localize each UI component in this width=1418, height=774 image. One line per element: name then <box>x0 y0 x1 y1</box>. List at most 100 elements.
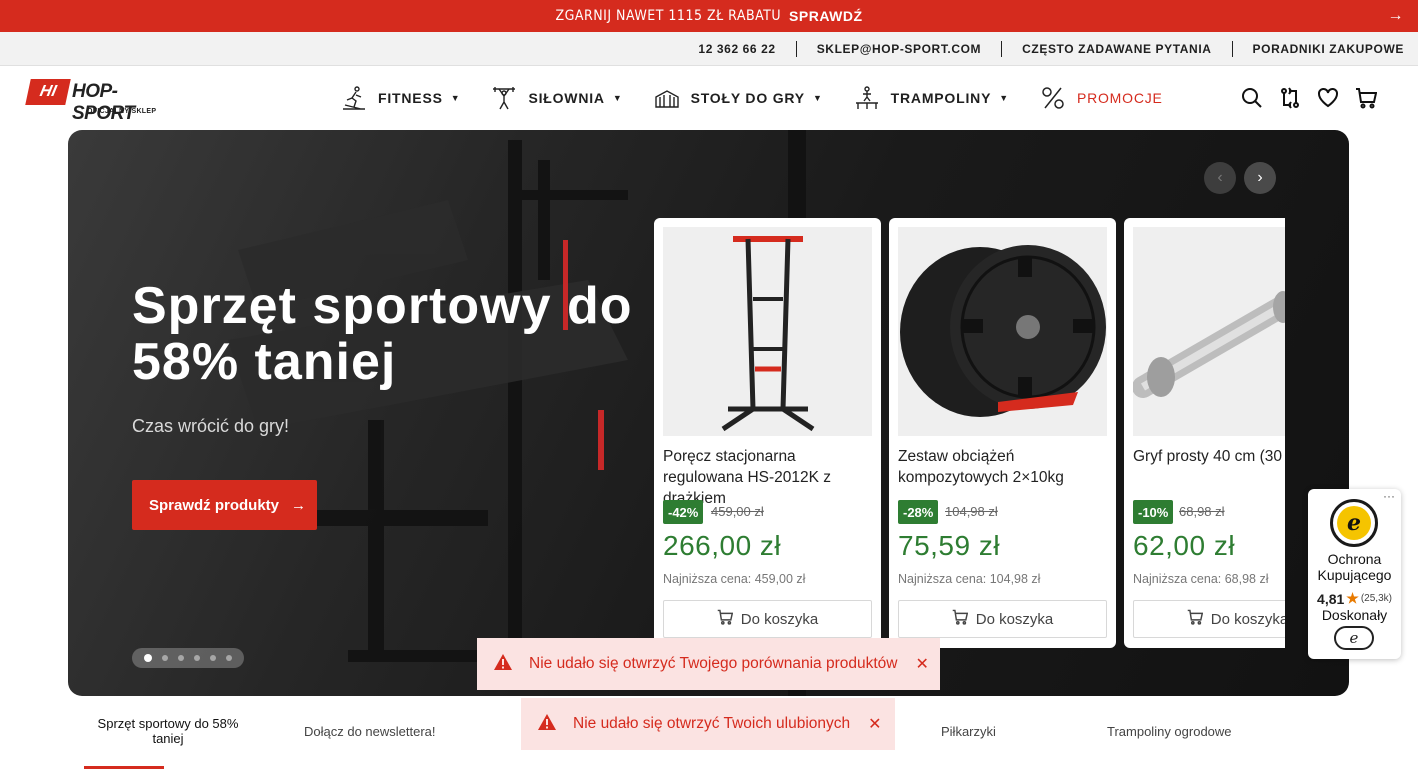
add-to-cart-button[interactable]: Do koszyka <box>663 600 872 638</box>
product-card[interactable]: Poręcz stacjonarna regulowana HS-2012K z… <box>654 218 881 648</box>
nav-label: FITNESS <box>378 90 443 106</box>
nav-label: PROMOCJE <box>1076 90 1163 106</box>
tab-pilkarzyki[interactable]: Piłkarzyki <box>941 724 996 739</box>
caret-down-icon: ▼ <box>999 93 1009 103</box>
compare-icon[interactable] <box>1278 86 1302 110</box>
tab-trampoliny[interactable]: Trampoliny ogrodowe <box>1107 724 1232 739</box>
nav-item-promocje[interactable]: PROMOCJE <box>1039 84 1163 112</box>
heart-icon[interactable] <box>1316 86 1340 110</box>
button-label: Do koszyka <box>975 610 1054 628</box>
button-label: Do koszyka <box>740 610 819 628</box>
lowest-price: Najniższa cena: 459,00 zł <box>663 572 806 586</box>
close-icon[interactable]: ✕ <box>868 714 881 734</box>
header-icons <box>1226 86 1378 110</box>
error-toast-favorites: Nie udało się otwrzyć Twoich ulubionych … <box>521 698 895 750</box>
hero-title: Sprzęt sportowy do 58% taniej <box>132 277 633 391</box>
nav-item-trampoliny[interactable]: TRAMPOLINY ▼ <box>853 84 1009 112</box>
tab-sprzet[interactable]: Sprzęt sportowy do 58% taniej <box>92 716 244 746</box>
review-count: (25,3k) <box>1360 593 1392 604</box>
guides-link[interactable]: PORADNIKI ZAKUPOWE <box>1233 41 1404 57</box>
nav-label: STOŁY DO GRY <box>690 90 805 106</box>
hero-subtitle: Czas wrócić do gry! <box>132 416 290 436</box>
treadmill-icon <box>340 84 368 112</box>
product-card[interactable]: Gryf prosty 40 cm (30 -10% 68,98 zł 62,0… <box>1124 218 1285 648</box>
active-tab-indicator <box>84 766 164 769</box>
caret-down-icon: ▼ <box>450 93 461 103</box>
add-to-cart-button[interactable]: Do koszyka <box>1133 600 1285 638</box>
caret-down-icon: ▼ <box>812 93 823 103</box>
warning-icon <box>537 713 557 736</box>
buyer-protection-label: Ochrona Kupującego <box>1317 551 1392 583</box>
hero-banner: Sprzęt sportowy do 58% taniej Czas wróci… <box>68 130 1349 696</box>
product-carousel: Poręcz stacjonarna regulowana HS-2012K z… <box>654 218 1285 648</box>
slider-dot[interactable] <box>210 655 216 661</box>
email-link[interactable]: SKLEP@HOP-SPORT.COM <box>797 40 1003 57</box>
rating: 4,81 ★ (25,3k) <box>1308 590 1401 607</box>
product-price: 62,00 zł <box>1133 530 1236 561</box>
add-to-cart-button[interactable]: Do koszyka <box>898 600 1107 638</box>
slider-dot[interactable] <box>194 655 200 661</box>
rating-grade: Doskonały <box>1321 607 1388 623</box>
logo-badge: HI <box>25 79 71 105</box>
product-name[interactable]: Gryf prosty 40 cm (30 <box>1133 446 1285 467</box>
promo-text: ZGARNIJ NAWET 1115 ZŁ RABATU <box>555 8 782 24</box>
weightlifter-icon <box>490 84 518 112</box>
nav-item-silownia[interactable]: SIŁOWNIA ▼ <box>490 84 622 112</box>
main-header: HI HOP-SPORT OFICJALNY SKLEP FITNESS ▼ S… <box>0 66 1418 130</box>
logo[interactable]: HI HOP-SPORT OFICJALNY SKLEP <box>25 79 163 124</box>
discount-badge: -10% <box>1133 500 1174 524</box>
slider-dots <box>132 648 244 668</box>
search-icon[interactable] <box>1240 86 1264 110</box>
top-info-bar: 12 362 66 22 SKLEP@HOP-SPORT.COM CZĘSTO … <box>0 32 1418 66</box>
product-image[interactable] <box>898 227 1107 436</box>
product-image[interactable] <box>663 227 872 436</box>
seal-letter: e <box>1337 506 1371 540</box>
lowest-price: Najniższa cena: 68,98 zł <box>1133 572 1269 586</box>
old-price: 68,98 zł <box>1179 504 1225 519</box>
trusted-shops-logo-icon: e <box>1334 626 1374 650</box>
star-icon: ★ <box>1346 590 1359 606</box>
promo-cta-link[interactable]: SPRAWDŹ <box>789 8 863 24</box>
percent-icon <box>1039 84 1067 112</box>
trusted-shops-seal-icon: e <box>1330 499 1378 547</box>
cart-icon <box>952 609 968 629</box>
arrow-right-icon: → <box>291 496 307 514</box>
tab-newsletter[interactable]: Dołącz do newslettera! <box>304 724 436 739</box>
button-label: Do koszyka <box>1210 610 1285 628</box>
product-card[interactable]: Zestaw obciążeń kompozytowych 2×10kg -28… <box>889 218 1116 648</box>
trampoline-icon <box>853 84 881 112</box>
error-toast-compare: Nie udało się otwrzyć Twojego porównania… <box>477 638 940 690</box>
nav-label: TRAMPOLINY <box>890 90 992 106</box>
cart-icon <box>1187 609 1203 629</box>
product-name[interactable]: Zestaw obciążeń kompozytowych 2×10kg <box>898 446 1113 488</box>
old-price: 104,98 zł <box>945 504 998 519</box>
check-products-button[interactable]: Sprawdź produkty → <box>132 480 317 530</box>
button-label: Sprawdź produkty <box>149 496 280 514</box>
close-icon[interactable]: ✕ <box>915 654 928 674</box>
nav-label: SIŁOWNIA <box>528 90 605 106</box>
chevron-right-icon[interactable]: › <box>1244 162 1276 194</box>
phone-link[interactable]: 12 362 66 22 <box>678 40 797 57</box>
arrow-right-icon[interactable]: → <box>1388 7 1405 25</box>
main-nav: FITNESS ▼ SIŁOWNIA ▼ STOŁY DO GRY ▼ TRAM… <box>340 84 1193 112</box>
slider-dot[interactable] <box>178 655 184 661</box>
logo-subtitle: OFICJALNY SKLEP <box>87 108 157 115</box>
chevron-left-icon[interactable]: ‹ <box>1204 162 1236 194</box>
rating-value: 4,81 <box>1317 590 1345 607</box>
cart-icon[interactable] <box>1354 86 1378 110</box>
nav-item-fitness[interactable]: FITNESS ▼ <box>340 84 460 112</box>
slider-dot[interactable] <box>162 655 168 661</box>
logo-name: HOP-SPORT <box>72 81 135 124</box>
caret-down-icon: ▼ <box>612 93 623 103</box>
old-price: 459,00 zł <box>711 504 764 519</box>
more-options-icon[interactable]: ··· <box>1383 489 1395 503</box>
toast-message: Nie udało się otwrzyć Twojego porównania… <box>529 655 898 672</box>
lowest-price: Najniższa cena: 104,98 zł <box>898 572 1041 586</box>
promo-bar[interactable]: ZGARNIJ NAWET 1115 ZŁ RABATU SPRAWDŹ → <box>0 0 1418 32</box>
trusted-shops-badge[interactable]: ··· e Ochrona Kupującego 4,81 ★ (25,3k) … <box>1308 489 1401 659</box>
slider-dot[interactable] <box>144 654 152 662</box>
product-image[interactable] <box>1133 227 1285 436</box>
nav-item-stoly[interactable]: STOŁY DO GRY ▼ <box>653 84 823 112</box>
slider-dot[interactable] <box>226 655 232 661</box>
faq-link[interactable]: CZĘSTO ZADAWANE PYTANIA <box>1002 40 1233 57</box>
